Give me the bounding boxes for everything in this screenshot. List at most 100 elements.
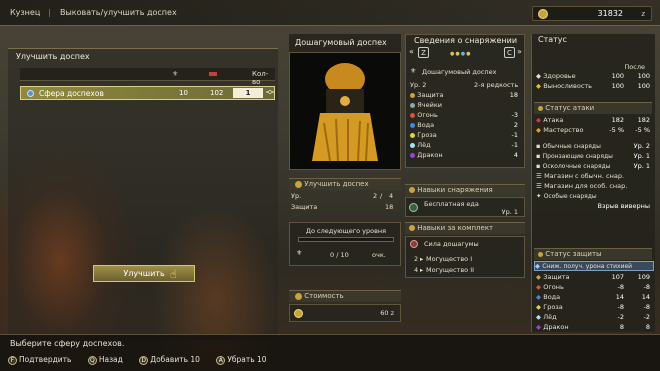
health-before: 100	[611, 72, 624, 80]
defense-status-header: Статус защиты	[534, 248, 652, 260]
upgrade-info-title: Улучшить доспех	[304, 180, 369, 188]
stamina-label: Выносливость	[543, 82, 593, 90]
quantity-input[interactable]: 1	[233, 88, 263, 98]
remove-ten-control[interactable]: A Убрать 10	[216, 355, 267, 365]
attack-section-icon	[538, 105, 543, 111]
defense-value: 18	[385, 203, 394, 211]
ammo-level: Ур. 2	[633, 142, 650, 150]
add-ten-control[interactable]: D Добавить 10	[139, 355, 200, 365]
progress-value: 0 / 10	[330, 251, 349, 259]
defense-section-icon	[538, 251, 543, 257]
defense-stat-label: Гроза	[543, 303, 563, 311]
after-column-header: После	[624, 63, 645, 71]
ammo-list: ▪ Обычные снаряды Ур. 2 ▪ Пронзающие снар…	[536, 142, 654, 212]
level-current: 2	[373, 192, 378, 200]
money-display: 31832 z	[532, 6, 652, 21]
material-have: 10	[179, 89, 188, 97]
special-ammo-row: ✦ Особые снаряды	[536, 192, 654, 202]
equipment-name: Дошагумовый доспех	[422, 68, 497, 76]
ammo-level: Ур. 1	[633, 162, 650, 170]
skill-row[interactable]: Бесплатная еда Ур. 1	[405, 197, 525, 217]
defense-stat-label: Защита	[543, 273, 570, 281]
skill-level: Ур. 1	[501, 208, 518, 216]
next-page-button[interactable]: C	[504, 47, 515, 58]
skill-name: Бесплатная еда	[424, 200, 479, 208]
sphere-icon	[27, 90, 34, 97]
ammo-row: ▪ Пронзающие снаряды Ур. 1	[536, 152, 654, 162]
back-control[interactable]: Q Назад	[87, 355, 123, 365]
stamina-after: 100	[637, 82, 650, 90]
ammo-label: Пронзающие снаряды	[542, 153, 613, 160]
next-arrow-icon[interactable]: »	[517, 47, 522, 56]
defense-stat-after: 8	[645, 323, 650, 331]
breadcrumb-smith[interactable]: Кузнец	[10, 8, 40, 17]
level-row: Ур. 2 / 4	[289, 190, 401, 202]
cost-icon	[295, 292, 302, 300]
special-ammo-value: Взрыв виверны	[597, 202, 650, 210]
stat-value: -3	[511, 111, 518, 119]
stat-row: Вода 2	[410, 121, 522, 131]
prev-arrow-icon[interactable]: «	[409, 47, 414, 56]
mastery-before: -5 %	[609, 126, 624, 134]
magazine-icon: ☰	[536, 182, 542, 190]
armor-name-title: Дошагумовый доспех	[289, 34, 401, 52]
materials-header: ⚜ Кол-во	[20, 68, 275, 86]
a-key-icon: A	[216, 355, 226, 365]
magazine-label: Магазин с обычн. снар.	[544, 172, 625, 180]
set-skills-header: Навыки за комплект	[405, 222, 525, 234]
back-label: Назад	[98, 355, 123, 364]
defense-stat-label: Вода	[543, 293, 561, 301]
material-name: Сфера доспехов	[39, 89, 104, 98]
status-panel: Статус После ◆ Здоровье 100 100 ◆ Вынослив…	[531, 34, 655, 332]
set-section-icon	[409, 225, 415, 231]
breadcrumb-forge[interactable]: Выковать/улучшить доспех	[60, 8, 177, 17]
stat-value: 4	[513, 151, 518, 159]
stat-row: Защита 18	[410, 91, 522, 101]
next-level-label: До следующего уровня	[305, 227, 387, 235]
stamina-row: ◆ Выносливость 100 100	[536, 82, 654, 92]
skills-title: Навыки снаряжения	[417, 186, 493, 194]
prev-page-button[interactable]: Z	[418, 47, 429, 58]
stat-value: -1	[511, 141, 518, 149]
defense-stat-before: 8	[619, 323, 624, 331]
d-key-icon: D	[139, 355, 149, 365]
money-unit: z	[641, 10, 645, 18]
defense-stat-before: -8	[617, 283, 624, 291]
defense-stat-row: ◆ Лёд -2 -2	[536, 313, 654, 323]
confirm-control[interactable]: F Подтвердить	[8, 355, 71, 365]
ice-icon	[410, 142, 415, 148]
defense-stat-after: 14	[641, 293, 650, 301]
progress-unit: очк.	[372, 251, 386, 259]
f-key-icon: F	[8, 355, 17, 365]
armor-icon: ⚜	[410, 67, 417, 75]
next-level-box: До следующего уровня ⚜ 0 / 10 очк.	[289, 222, 401, 266]
defense-stat-label: Дракон	[543, 323, 569, 331]
defense-stat-row: ◆ Дракон 8 8	[536, 323, 654, 333]
stat-row: Дракон 4	[410, 151, 522, 161]
defense-stats: ◆ Защита 107 109 ◆ Огонь -8 -8 ◆ Вода 14 14 ◆ …	[536, 273, 654, 333]
attack-row: ◆ Атака 182 182	[536, 116, 654, 126]
set-tier-icon: ▸	[420, 266, 424, 274]
cursor-icon: ☝	[170, 268, 177, 281]
material-row-armor-sphere[interactable]: Сфера доспехов 10 102 1 ︿ ﹀	[20, 86, 275, 100]
stat-value: -1	[511, 131, 518, 139]
fire-icon	[410, 112, 415, 118]
attack-label: Атака	[543, 116, 564, 124]
top-bar: Кузнец | Выковать/улучшить доспех 31832 …	[0, 0, 660, 26]
upgrade-button[interactable]: Улучшить	[93, 265, 195, 282]
defense-stat-after: -8	[643, 303, 650, 311]
ammo-label: Обычные снаряды	[542, 143, 601, 150]
mastery-row: ◆ Мастерство -5 % -5 %	[536, 126, 654, 136]
set-skill-box[interactable]: Сила дошагумы 2 ▸ Могущество I 4 ▸ Могущ…	[405, 236, 525, 278]
level-label: Ур.	[291, 192, 302, 200]
defense-stat-row: ◆ Защита 107 109	[536, 273, 654, 283]
armor-model-image	[312, 63, 378, 162]
stat-label: Ячейки	[417, 101, 442, 109]
quantity-stepper-icon[interactable]: ︿ ﹀	[266, 86, 274, 100]
magazine-label: Магазин для особ. снар.	[544, 182, 628, 190]
stat-value: 18	[509, 91, 518, 99]
hammer-icon	[295, 180, 302, 188]
element-reduction-row[interactable]: ◆ Сниж. получ. урона стихией	[534, 261, 654, 271]
stat-label: Гроза	[417, 131, 437, 139]
thunder-icon: ◆	[536, 303, 541, 311]
